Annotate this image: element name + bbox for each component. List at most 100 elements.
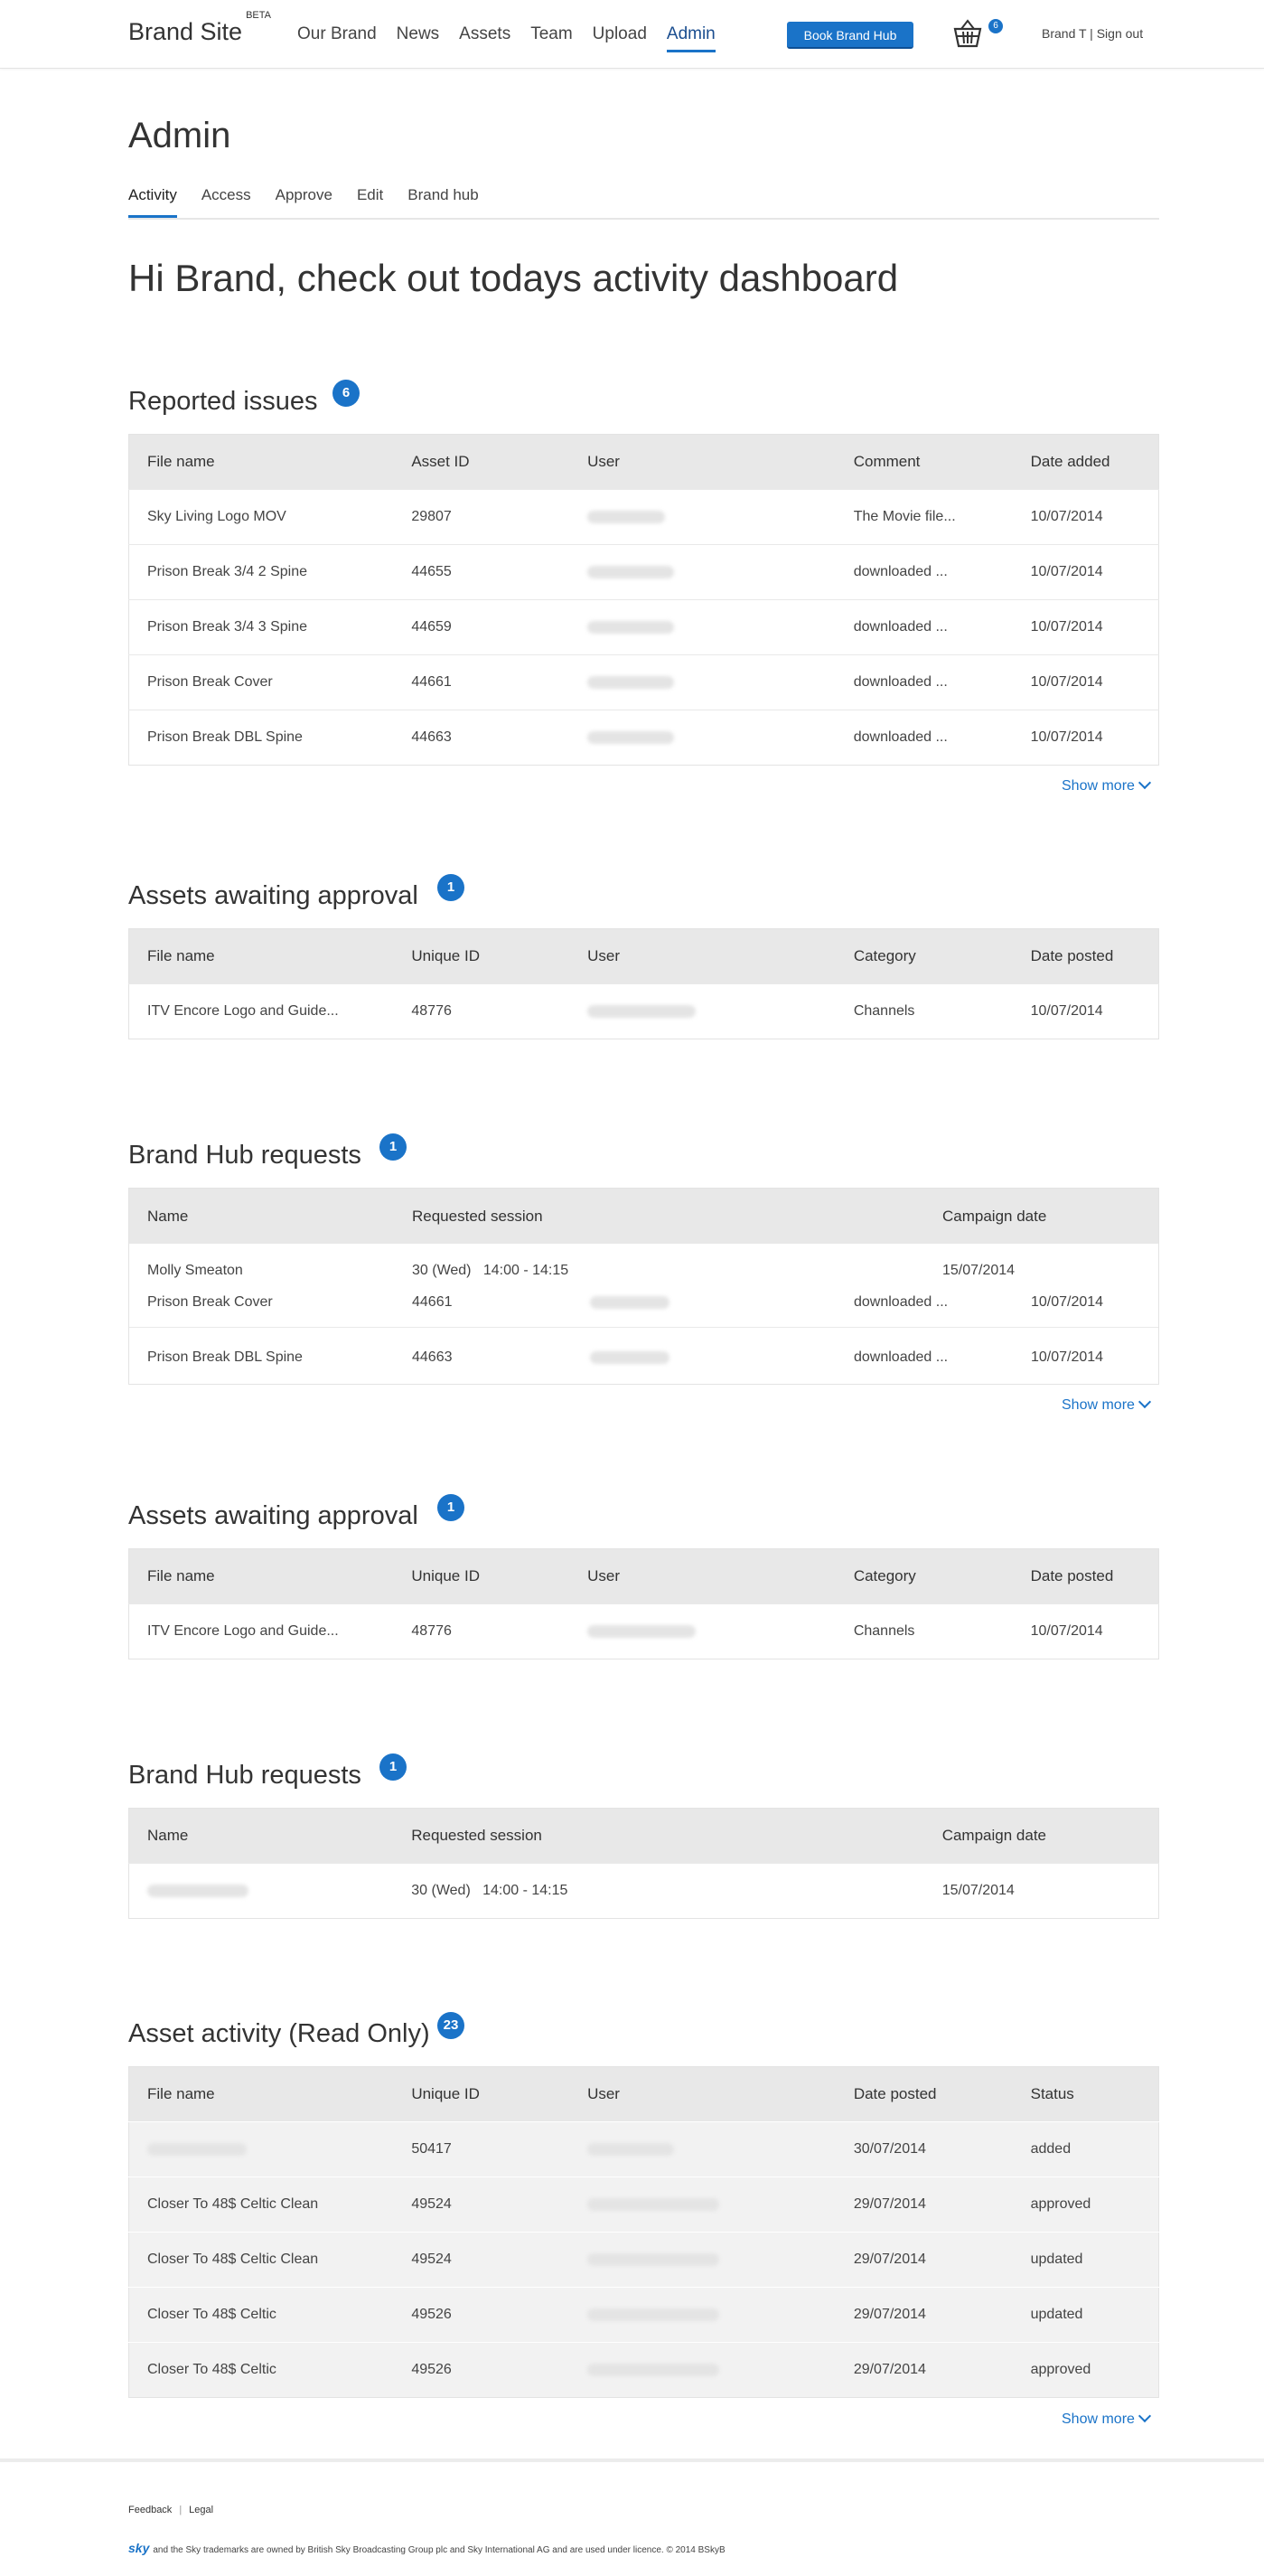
column-header[interactable]: Name [147,1208,188,1226]
awaiting-count-badge: 1 [437,1494,464,1521]
file-name[interactable]: Prison Break 3/4 3 Spine [128,599,394,655]
column-header[interactable]: Date added [1012,434,1159,490]
sign-out-link[interactable]: Sign out [1097,26,1143,41]
column-header[interactable]: Status [1012,2066,1159,2122]
column-header[interactable]: Category [835,928,1013,984]
file-name[interactable]: Prison Break DBL Spine [128,710,394,766]
footer-legal-text: sky and the Sky trademarks are owned by B… [128,2541,726,2555]
column-header[interactable]: Comment [835,434,1013,490]
column-header[interactable]: Date posted [1012,928,1159,984]
date-posted: 10/07/2014 [1012,983,1159,1039]
comment: downloaded ... [835,544,1013,600]
column-header[interactable]: Name [128,1808,394,1864]
tab-activity[interactable]: Activity [128,186,177,218]
request-name-redacted[interactable] [128,1863,394,1919]
column-header[interactable]: Date posted [835,2066,1013,2122]
user-name-link[interactable]: Brand T [1042,26,1086,41]
column-header[interactable]: Campaign date [942,1208,1046,1226]
date-posted: 29/07/2014 [835,2342,1013,2398]
show-more-link[interactable]: Show more [1062,1395,1151,1414]
tab-approve[interactable]: Approve [276,186,332,218]
main-nav: Our Brand News Assets Team Upload Admin [297,24,735,52]
comment: downloaded ... [854,1349,949,1365]
column-header[interactable]: Category [835,1548,1013,1604]
user-redacted [569,2287,836,2343]
file-name[interactable]: ITV Encore Logo and Guide... [128,983,394,1039]
user-redacted [569,1603,836,1659]
legal-link[interactable]: Legal [189,2505,213,2515]
comment: downloaded ... [854,1294,949,1310]
chevron-down-icon [1138,776,1151,790]
file-name[interactable]: Prison Break Cover [128,654,394,710]
status: approved [1012,2176,1159,2233]
table-row[interactable]: ITV Encore Logo and Guide... 48776 Chann… [128,983,1159,1039]
tab-brand-hub[interactable]: Brand hub [407,186,478,218]
column-header[interactable]: File name [128,434,394,490]
table-row[interactable]: ITV Encore Logo and Guide... 48776 Chann… [128,1603,1159,1659]
asset-id: 44655 [393,544,570,600]
column-header[interactable]: Requested session [393,1808,924,1864]
status: approved [1012,2342,1159,2398]
show-more-link[interactable]: Show more [1062,776,1151,794]
user-redacted [569,544,836,600]
column-header[interactable]: File name [128,1548,394,1604]
nav-assets[interactable]: Assets [459,24,510,52]
asset-id: 44663 [393,710,570,766]
table-row[interactable]: 30 (Wed) 14:00 - 14:15 15/07/2014 [128,1863,1159,1919]
column-header[interactable]: User [569,1548,836,1604]
column-header[interactable]: Asset ID [393,434,570,490]
file-name[interactable]: Prison Break DBL Spine [147,1349,303,1366]
column-header[interactable]: User [569,928,836,984]
table-row[interactable]: Prison Break DBL Spine 44663 downloaded … [128,710,1159,766]
feedback-link[interactable]: Feedback [128,2505,172,2515]
table-row[interactable]: Prison Break 3/4 3 Spine 44659 downloade… [128,599,1159,655]
table-row[interactable]: Sky Living Logo MOV 29807 The Movie file… [128,489,1159,545]
brand-logo[interactable]: Brand SiteBETA [128,10,271,46]
nav-admin[interactable]: Admin [666,24,716,52]
column-header[interactable]: Unique ID [393,1548,570,1604]
show-more-link[interactable]: Show more [1062,2409,1151,2428]
column-header[interactable]: Date posted [1012,1548,1159,1604]
table-row[interactable]: Prison Break Cover 44661 downloaded ... … [128,654,1159,710]
file-name: Closer To 48$ Celtic [128,2287,394,2343]
column-header[interactable]: File name [128,2066,394,2122]
date-added: 10/07/2014 [1031,1349,1104,1365]
file-name[interactable]: Prison Break 3/4 2 Spine [128,544,394,600]
column-header[interactable]: Unique ID [393,2066,570,2122]
user-redacted [569,489,836,545]
column-header[interactable]: Campaign date [923,1808,1159,1864]
table-header: Name Requested session Campaign date [129,1189,1158,1244]
basket-icon[interactable] [953,18,982,49]
asset-id: 44659 [393,599,570,655]
book-brand-hub-button[interactable]: Book Brand Hub [787,22,913,49]
column-header[interactable]: Requested session [412,1208,543,1226]
nav-our-brand[interactable]: Our Brand [297,24,377,52]
user-links: Brand T | Sign out [1042,26,1144,41]
campaign-date: 15/07/2014 [942,1263,1016,1278]
column-header[interactable]: File name [128,928,394,984]
column-header[interactable]: User [569,2066,836,2122]
tab-edit[interactable]: Edit [357,186,383,218]
date-added: 10/07/2014 [1012,654,1159,710]
nav-team[interactable]: Team [530,24,572,52]
file-name-redacted [128,2121,394,2177]
file-name[interactable]: Sky Living Logo MOV [128,489,394,545]
unique-id: 48776 [393,1603,570,1659]
unique-id: 49524 [393,2176,570,2233]
row-divider [129,1327,1158,1328]
table-row[interactable]: Prison Break 3/4 2 Spine 44655 downloade… [128,544,1159,600]
column-header[interactable]: Unique ID [393,928,570,984]
file-name[interactable]: ITV Encore Logo and Guide... [128,1603,394,1659]
nav-news[interactable]: News [397,24,440,52]
awaiting-count-badge: 1 [437,874,464,901]
reported-issues-count-badge: 6 [332,380,360,407]
tab-access[interactable]: Access [201,186,251,218]
status: updated [1012,2232,1159,2288]
nav-upload[interactable]: Upload [593,24,647,52]
request-name[interactable]: Molly Smeaton [147,1263,243,1279]
file-name[interactable]: Prison Break Cover [147,1294,273,1311]
unique-id: 49524 [393,2232,570,2288]
column-header[interactable]: User [569,434,836,490]
sky-logo: sky [128,2541,150,2555]
asset-activity-title: Asset activity (Read Only) [128,2019,430,2048]
